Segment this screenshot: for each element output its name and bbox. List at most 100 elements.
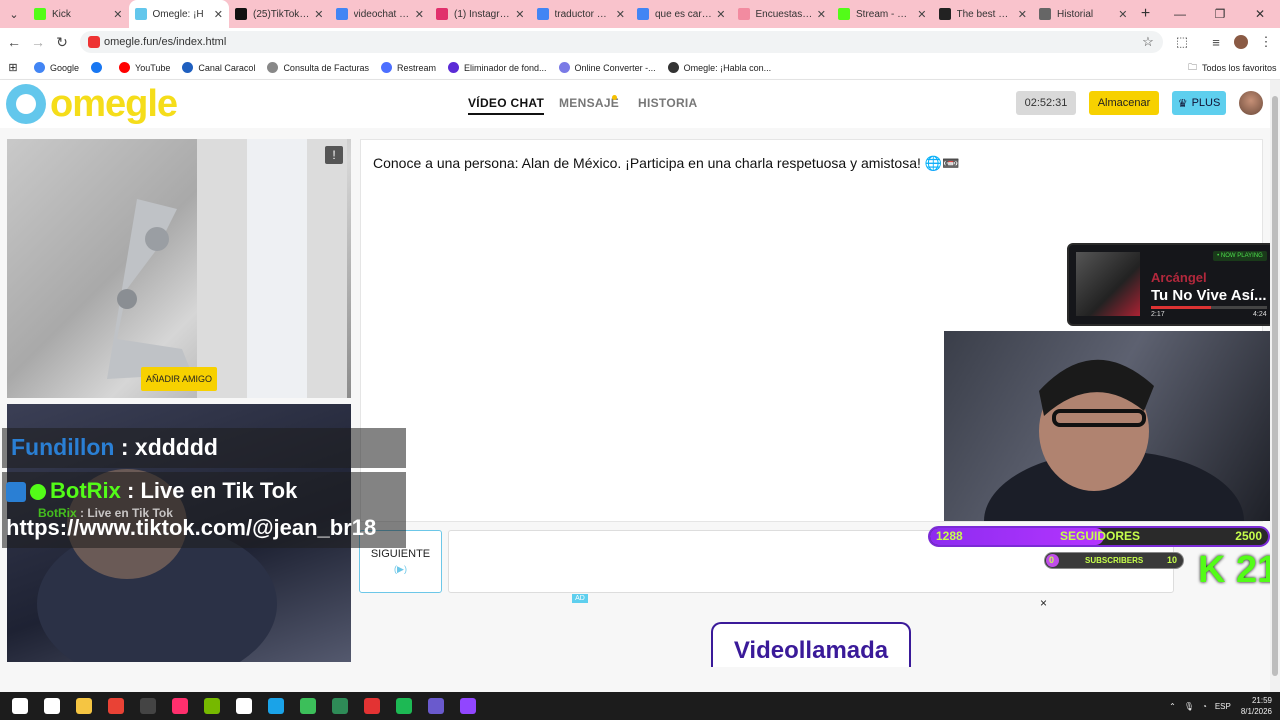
browser-tab[interactable]: (25)TikTok - M ✕ <box>229 0 330 28</box>
bookmark-item[interactable]: Restream <box>380 62 436 73</box>
restore-icon[interactable]: ❐ <box>1200 0 1240 28</box>
add-friend-button[interactable]: AÑADIR AMIGO <box>141 367 217 391</box>
tab-close-icon[interactable]: ✕ <box>716 8 725 21</box>
bookmark-label: Google <box>50 62 80 73</box>
bookmark-star-icon[interactable]: ☆ <box>1136 28 1160 56</box>
omegle-logo[interactable]: omegle <box>6 83 178 125</box>
bookmark-item[interactable]: Consulta de Facturas <box>267 62 369 73</box>
tab-close-icon[interactable]: ✕ <box>917 8 926 21</box>
close-window-icon[interactable]: ✕ <box>1240 0 1280 28</box>
taskbar-edge-icon[interactable] <box>260 692 292 720</box>
all-bookmarks[interactable]: 🗀 Todos los favoritos <box>1188 60 1277 76</box>
browser-tab[interactable]: que es carbon ✕ <box>631 0 732 28</box>
user-avatar[interactable] <box>1239 91 1263 115</box>
address-bar[interactable]: omegle.fun/es/index.html <box>80 31 1163 53</box>
all-bookmarks-label: Todos los favoritos <box>1202 62 1277 73</box>
tab-close-icon[interactable]: ✕ <box>616 8 625 21</box>
plus-button[interactable]: ♛ PLUS <box>1172 91 1226 115</box>
report-flag-icon[interactable]: ! <box>325 146 343 164</box>
nav-video-chat[interactable]: VÍDEO CHAT <box>468 96 545 115</box>
subs-goal: 10 <box>1166 555 1177 565</box>
browser-tab[interactable]: Stream - Kick D ✕ <box>832 0 933 28</box>
profile-avatar[interactable] <box>1229 28 1253 56</box>
clock[interactable]: 21:59 8/1/2026 <box>1241 695 1272 717</box>
minimize-icon[interactable]: — <box>1160 0 1200 28</box>
browser-tab[interactable]: The best ChatB ✕ <box>933 0 1034 28</box>
overlay-chat-line: BotRix : Live en Tik Tok <box>6 478 297 504</box>
taskbar-obs-icon[interactable] <box>356 692 388 720</box>
bookmark-item[interactable]: Google <box>34 62 79 73</box>
tab-close-icon[interactable]: ✕ <box>113 8 122 21</box>
bookmark-item[interactable]: YouTube <box>119 62 170 73</box>
tab-close-icon[interactable]: ✕ <box>314 8 323 21</box>
taskbar-start-icon[interactable] <box>4 692 36 720</box>
browser-tab[interactable]: traductor de in ✕ <box>531 0 632 28</box>
now-playing-tag: • NOW PLAYING <box>1213 251 1267 261</box>
bookmark-label: YouTube <box>135 62 171 73</box>
tab-close-icon[interactable]: ✕ <box>1118 8 1127 21</box>
taskbar-cod-icon[interactable] <box>132 692 164 720</box>
taskbar-discord-icon[interactable] <box>420 692 452 720</box>
taskbar-spotify-icon[interactable] <box>388 692 420 720</box>
chat-intro-message: Conoce a una persona: Alan de México. ¡P… <box>373 155 960 171</box>
streamer-webcam <box>944 331 1280 521</box>
bookmark-item[interactable]: Omegle: ¡Habla con... <box>667 62 771 73</box>
browser-tab[interactable]: (1) Instagram ✕ <box>430 0 531 28</box>
followers-goal: 2500 <box>1235 529 1262 543</box>
taskbar-terminal-icon[interactable] <box>324 692 356 720</box>
album-cover <box>1076 252 1140 316</box>
site-info-icon[interactable] <box>88 36 100 48</box>
tab-close-icon[interactable]: ✕ <box>1018 8 1027 21</box>
taskbar-app-green-icon[interactable] <box>292 692 324 720</box>
browser-tab[interactable]: Historial ✕ <box>1033 0 1134 28</box>
tab-label: Historial <box>1057 8 1094 20</box>
taskbar-tiktok-icon[interactable] <box>164 692 196 720</box>
taskbar-chrome-icon[interactable] <box>100 692 132 720</box>
tab-favicon-icon <box>436 8 448 20</box>
tray-chevron-icon[interactable]: ⌃ <box>1169 702 1176 711</box>
taskbar-explorer-icon[interactable] <box>68 692 100 720</box>
mic-icon[interactable]: 🎙 <box>1184 702 1194 711</box>
apps-grid-icon[interactable]: ⊞ <box>0 61 26 74</box>
browser-menu-icon[interactable]: ⋮ <box>1254 28 1278 56</box>
bookmark-item[interactable]: Eliminador de fond... <box>448 62 547 73</box>
media-icon[interactable]: ≡ <box>1204 28 1228 56</box>
tab-close-icon[interactable]: ✕ <box>515 8 524 21</box>
tab-close-icon[interactable]: ✕ <box>214 8 223 21</box>
plus-label: PLUS <box>1191 97 1221 109</box>
language-indicator[interactable]: ESP <box>1215 702 1231 711</box>
nav-history[interactable]: HISTORIA <box>638 96 698 110</box>
bookmark-item[interactable]: Online Converter -... <box>558 62 656 73</box>
bookmark-item[interactable]: Canal Caracol <box>182 62 255 73</box>
clock-time: 21:59 <box>1251 696 1272 705</box>
extensions-icon[interactable]: ⬚ <box>1170 28 1194 56</box>
tab-favicon-icon <box>34 8 46 20</box>
browser-tab[interactable]: Encuestas en K ✕ <box>732 0 833 28</box>
botrix-icon <box>6 482 26 503</box>
nav-message[interactable]: MENSAJE <box>559 96 619 110</box>
bookmark-item[interactable] <box>91 62 107 73</box>
ad-banner[interactable]: Videollamada <box>711 622 911 667</box>
kick-brand-logo: K 21 <box>1198 549 1279 591</box>
ad-badge: AD <box>572 594 588 603</box>
ad-close-icon[interactable]: × <box>1040 596 1047 610</box>
tab-close-icon[interactable]: ✕ <box>817 8 826 21</box>
new-tab-icon[interactable]: + <box>1134 5 1158 23</box>
taskbar-nvidia-icon[interactable] <box>196 692 228 720</box>
wifi-icon[interactable]: ◔ <box>1202 702 1207 711</box>
chat-text: : Live en Tik Tok <box>120 478 298 503</box>
save-button[interactable]: Almacenar <box>1089 91 1159 115</box>
taskbar-tf-icon[interactable] <box>228 692 260 720</box>
taskbar-search-icon[interactable] <box>36 692 68 720</box>
browser-tab[interactable]: Kick ✕ <box>28 0 129 28</box>
tab-close-icon[interactable]: ✕ <box>415 8 424 21</box>
back-icon[interactable]: ← <box>2 30 26 54</box>
browser-tab[interactable]: Omegle: ¡H ✕ <box>128 0 229 28</box>
taskbar-twitch-icon[interactable] <box>452 692 484 720</box>
tab-search-icon[interactable]: ⌄ <box>0 0 28 28</box>
scrollbar-thumb[interactable] <box>1272 96 1278 676</box>
reload-icon[interactable]: ↻ <box>50 30 74 54</box>
followers-label: SEGUIDORES <box>1060 529 1141 543</box>
browser-tab[interactable]: videochat - Bu ✕ <box>330 0 431 28</box>
forward-icon[interactable]: → <box>26 30 50 54</box>
